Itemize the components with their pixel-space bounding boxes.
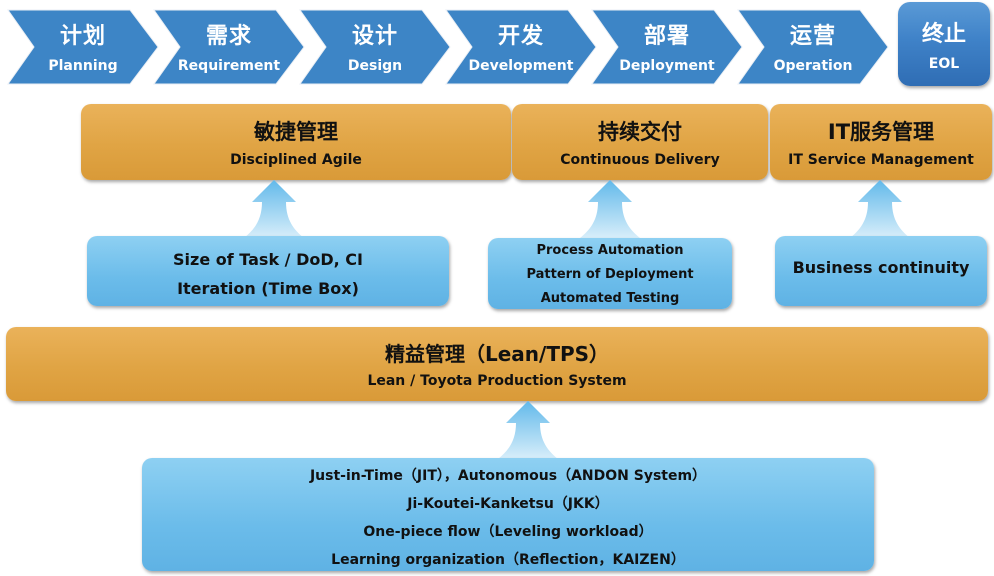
- lean-zh: 精益管理（Lean/TPS）: [384, 342, 610, 366]
- stage-zh: 开发: [497, 24, 544, 49]
- lifecycle-stage-design: 设计 Design: [298, 8, 452, 85]
- enabler-line: Business continuity: [792, 258, 970, 277]
- stage-zh: 需求: [205, 24, 252, 49]
- stage-en: Deployment: [619, 58, 715, 74]
- up-arrow-icon: [580, 180, 640, 238]
- practice-continuous-delivery: 持续交付 Continuous Delivery: [512, 104, 768, 180]
- stage-zh: 终止: [921, 22, 966, 47]
- practice-zh: 持续交付: [598, 120, 682, 144]
- practice-agile: 敏捷管理 Disciplined Agile: [81, 104, 511, 180]
- practice-en: IT Service Management: [788, 152, 974, 168]
- lifecycle-stage-eol: 终止 EOL: [898, 2, 990, 86]
- practice-zh: IT服务管理: [827, 120, 935, 144]
- foundation-line: Learning organization（Reflection，KAIZEN）: [331, 552, 685, 568]
- practice-itsm: IT服务管理 IT Service Management: [770, 104, 992, 180]
- stage-zh: 设计: [351, 24, 398, 49]
- practice-en: Disciplined Agile: [230, 152, 362, 168]
- up-arrow-icon: [244, 180, 304, 238]
- stage-en: Planning: [48, 58, 118, 74]
- stage-zh: 计划: [59, 24, 106, 49]
- lifecycle-stage-deployment: 部署 Deployment: [590, 8, 744, 85]
- enabler-line: Automated Testing: [540, 291, 680, 306]
- enabler-agile: Size of Task / DoD, CI Iteration (Time B…: [87, 236, 449, 306]
- foundation-line: Just-in-Time（JIT），Autonomous（ANDON Syste…: [309, 468, 707, 484]
- lifecycle-stage-requirement: 需求 Requirement: [152, 8, 306, 85]
- enabler-continuous-delivery: Process Automation Pattern of Deployment…: [488, 238, 732, 309]
- lean-management: 精益管理（Lean/TPS） Lean / Toyota Production …: [6, 327, 988, 401]
- lean-foundations: Just-in-Time（JIT），Autonomous（ANDON Syste…: [142, 458, 874, 571]
- stage-en: Development: [468, 58, 574, 74]
- lifecycle-stage-development: 开发 Development: [444, 8, 598, 85]
- enabler-line: Iteration (Time Box): [177, 279, 359, 298]
- stage-en: EOL: [928, 56, 960, 72]
- stage-zh: 部署: [643, 24, 690, 49]
- stage-en: Operation: [773, 58, 853, 74]
- enabler-line: Process Automation: [536, 243, 684, 258]
- enabler-line: Pattern of Deployment: [526, 267, 694, 282]
- stage-zh: 运营: [789, 24, 836, 49]
- enabler-line: Size of Task / DoD, CI: [173, 250, 363, 269]
- foundation-line: Ji-Koutei-Kanketsu（JKK）: [407, 496, 609, 512]
- stage-en: Design: [347, 58, 403, 74]
- lifecycle-stage-planning: 计划 Planning: [6, 8, 160, 85]
- up-arrow-icon: [850, 180, 910, 238]
- practice-zh: 敏捷管理: [254, 120, 338, 144]
- lean-en: Lean / Toyota Production System: [367, 373, 627, 389]
- practice-en: Continuous Delivery: [560, 152, 720, 168]
- stage-en: Requirement: [177, 58, 281, 74]
- enabler-itsm: Business continuity: [775, 236, 987, 306]
- up-arrow-icon: [498, 401, 558, 459]
- lifecycle-stage-operation: 运营 Operation: [736, 8, 890, 85]
- foundation-line: One-piece flow（Leveling workload）: [363, 524, 653, 540]
